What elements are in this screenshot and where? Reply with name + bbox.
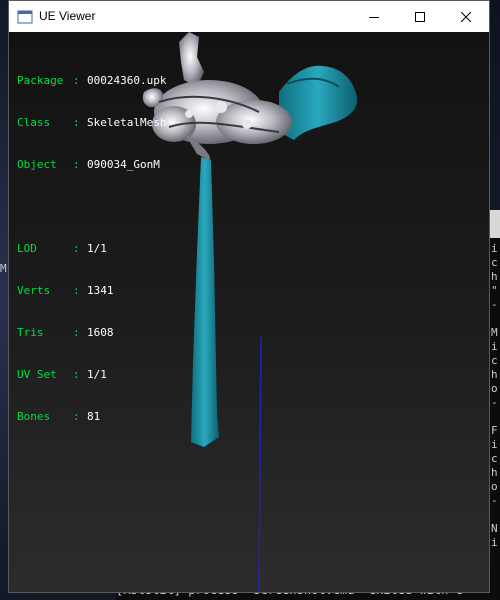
ue-viewer-window: UE Viewer Package:00024360.upk Class: Ske… xyxy=(8,0,490,593)
console-line: o xyxy=(491,382,498,395)
close-button[interactable] xyxy=(443,1,489,32)
console-line: " xyxy=(491,284,498,297)
lod-value: 1/1 xyxy=(87,242,107,255)
background-console-text: i c h " - Mi c h o - Fi c h o - Ni xyxy=(491,242,500,550)
console-line: c xyxy=(491,256,498,269)
lod-label: LOD xyxy=(17,242,37,255)
mesh-info-overlay: Package:00024360.upk Class: SkeletalMesh … xyxy=(17,74,167,423)
verts-label: Verts xyxy=(17,284,51,297)
bones-label: Bones xyxy=(17,410,51,423)
background-console-titlebar xyxy=(490,210,500,238)
console-line: M xyxy=(491,326,498,339)
uvset-label: UV Set xyxy=(17,368,57,381)
tris-value: 1608 xyxy=(87,326,114,339)
object-label: Object xyxy=(17,158,57,171)
title-bar[interactable]: UE Viewer xyxy=(9,1,489,32)
console-line: i xyxy=(491,340,498,353)
flowing-cloth xyxy=(279,65,358,140)
close-icon xyxy=(461,11,471,22)
minimize-button[interactable] xyxy=(351,1,397,32)
console-line: h xyxy=(491,466,498,479)
hanging-cloth xyxy=(191,157,219,447)
background-console-window: i c h " - Mi c h o - Fi c h o - Ni xyxy=(490,210,500,600)
uvset-value: 1/1 xyxy=(87,368,107,381)
window-title: UE Viewer xyxy=(39,9,96,23)
package-label: Package xyxy=(17,74,64,87)
bone-line xyxy=(258,336,262,592)
console-line: o xyxy=(491,480,498,493)
maximize-button[interactable] xyxy=(397,1,443,32)
minimize-icon xyxy=(369,16,379,18)
console-line: h xyxy=(491,270,498,283)
console-line: - xyxy=(491,298,498,311)
console-line: F xyxy=(491,424,498,437)
tris-label: Tris xyxy=(17,326,44,339)
verts-value: 1341 xyxy=(87,284,114,297)
background-window-text: M xyxy=(0,262,7,274)
console-line: i xyxy=(491,536,498,549)
console-line: c xyxy=(491,354,498,367)
maximize-icon xyxy=(415,11,425,22)
console-line: N xyxy=(491,522,498,535)
console-line: i xyxy=(491,242,498,255)
app-window-icon xyxy=(17,10,33,24)
console-line: - xyxy=(491,396,498,409)
console-line: h xyxy=(491,368,498,381)
console-line: - xyxy=(491,494,498,507)
bones-value: 81 xyxy=(87,410,101,423)
class-label: Class xyxy=(17,116,51,129)
console-line: c xyxy=(491,452,498,465)
class-value: SkeletalMesh xyxy=(87,116,167,129)
object-value: 090034_GonM xyxy=(87,158,160,171)
3d-viewport[interactable]: Package:00024360.upk Class: SkeletalMesh … xyxy=(9,32,489,592)
package-value: 00024360.upk xyxy=(87,74,167,87)
console-line: i xyxy=(491,438,498,451)
